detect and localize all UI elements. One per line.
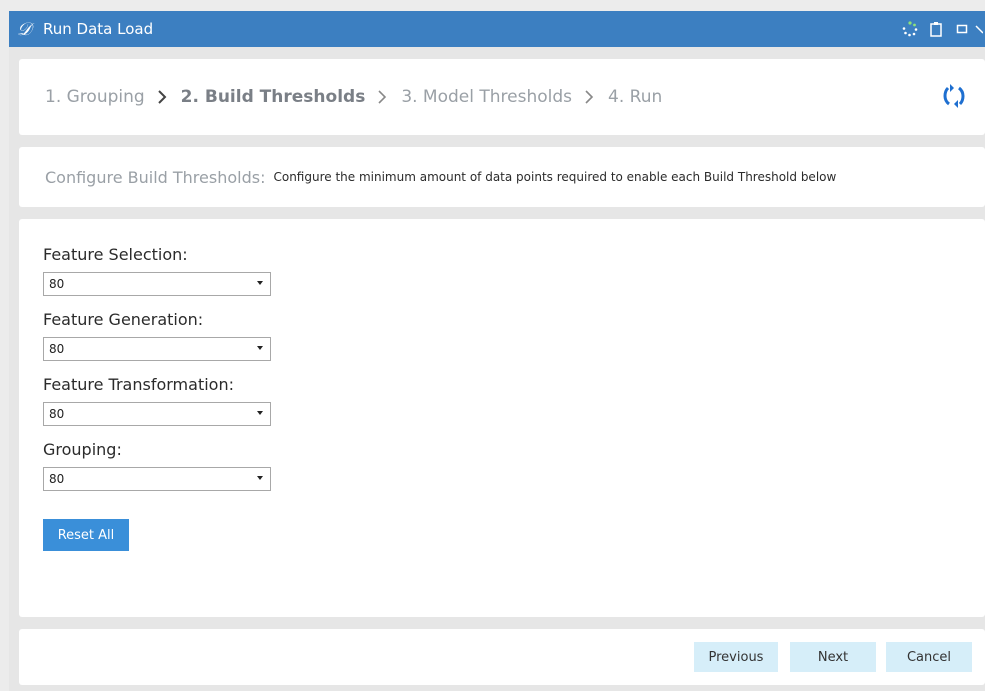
previous-button[interactable]: Previous — [694, 642, 778, 672]
chevron-right-icon — [584, 89, 596, 105]
step-model-thresholds[interactable]: 3. Model Thresholds — [401, 87, 572, 107]
maximize-icon[interactable] — [949, 23, 975, 35]
dropdown-arrow-icon — [257, 411, 263, 415]
feature-generation-value: 80 — [49, 342, 65, 356]
cancel-button[interactable]: Cancel — [886, 642, 972, 672]
step-grouping[interactable]: 1. Grouping — [45, 87, 145, 107]
config-heading: Configure Build Thresholds: — [45, 167, 266, 187]
grouping-label: Grouping: — [43, 440, 122, 459]
grouping-select[interactable]: 80 — [43, 467, 271, 491]
app-logo-icon: 𝒟 — [17, 18, 32, 40]
dropdown-arrow-icon — [257, 346, 263, 350]
feature-selection-value: 80 — [49, 277, 65, 291]
reset-all-button[interactable]: Reset All — [43, 519, 129, 551]
close-icon[interactable] — [975, 23, 985, 35]
feature-generation-select[interactable]: 80 — [43, 337, 271, 361]
refresh-icon[interactable] — [941, 83, 967, 113]
feature-transformation-select[interactable]: 80 — [43, 402, 271, 426]
dialog-content: 1. Grouping 2. Build Thresholds 3. Model… — [9, 47, 985, 691]
wizard-steps: 1. Grouping 2. Build Thresholds 3. Model… — [19, 59, 985, 135]
dropdown-arrow-icon — [257, 476, 263, 480]
spinner-icon — [897, 21, 923, 37]
step-build-thresholds[interactable]: 2. Build Thresholds — [181, 87, 366, 107]
grouping-value: 80 — [49, 472, 65, 486]
feature-transformation-label: Feature Transformation: — [43, 375, 234, 394]
feature-selection-label: Feature Selection: — [43, 245, 188, 264]
step-run[interactable]: 4. Run — [608, 87, 662, 107]
window-title: Run Data Load — [43, 20, 154, 38]
clipboard-icon[interactable] — [923, 21, 949, 37]
config-header: Configure Build Thresholds: Configure th… — [19, 147, 985, 207]
next-button[interactable]: Next — [790, 642, 876, 672]
feature-transformation-value: 80 — [49, 407, 65, 421]
thresholds-form: Feature Selection: 80 Feature Generation… — [19, 219, 985, 617]
window-titlebar: 𝒟 Run Data Load — [9, 11, 985, 47]
footer-bar: Previous Next Cancel — [19, 629, 985, 685]
feature-generation-label: Feature Generation: — [43, 310, 204, 329]
chevron-right-icon — [377, 89, 389, 105]
chevron-right-icon — [157, 89, 169, 105]
feature-selection-select[interactable]: 80 — [43, 272, 271, 296]
dropdown-arrow-icon — [257, 281, 263, 285]
config-description: Configure the minimum amount of data poi… — [273, 170, 837, 184]
